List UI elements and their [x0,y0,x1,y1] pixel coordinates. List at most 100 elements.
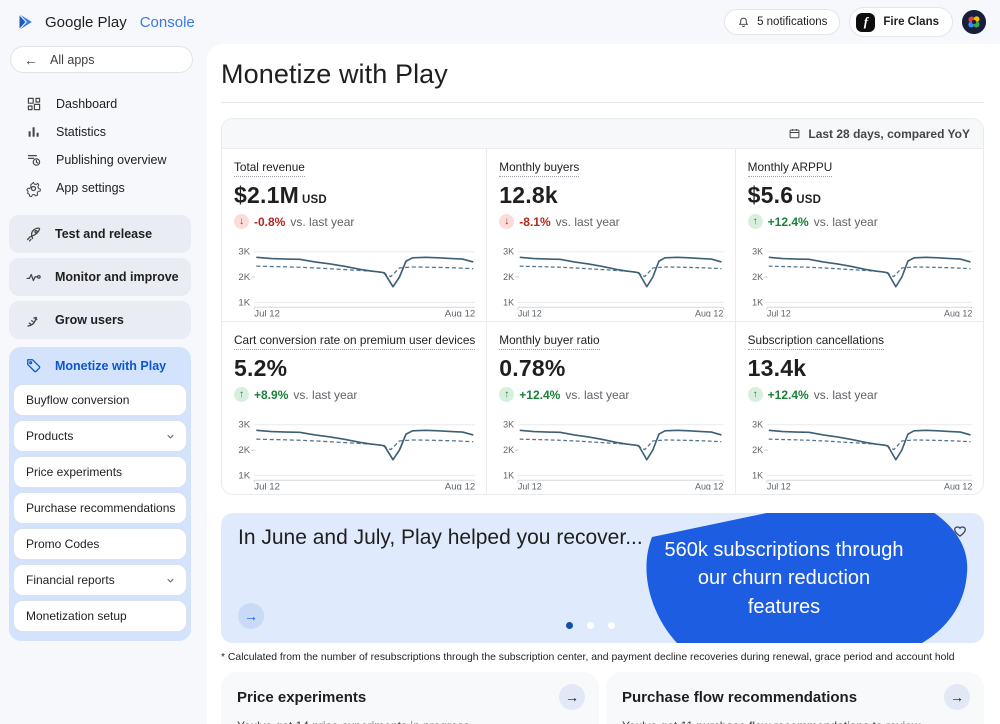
metric-unit: USD [796,194,821,206]
metric-change-percent: +8.9% [254,388,288,402]
metric-change-suffix: vs. last year [290,215,354,229]
svg-text:2K: 2K [752,445,763,455]
metric-change: ↑ +12.4% vs. last year [748,214,972,229]
sidebar-item-buyflow-conversion[interactable]: Buyflow conversion [13,384,187,416]
metric-sparkline: 3K 2K 1K Jul 12 Aug 12 [234,243,475,317]
metric-change: ↑+12.4%vs. last year [499,387,723,402]
metric-change-percent: +12.4% [519,388,560,402]
promo-banner-carousel: In June and July, Play helped you recove… [221,513,984,643]
price-experiments-open-button[interactable]: → [559,684,585,710]
sidebar-item-dashboard[interactable]: Dashboard [0,90,207,118]
sidebar-item-statistics[interactable]: Statistics [0,118,207,146]
heart-icon[interactable] [951,521,969,539]
metric-value: $2.1MUSD [234,182,475,209]
sidebar-item-monitor-and-improve[interactable]: Monitor and improve [9,258,191,296]
sidebar-item-label: Financial reports [26,573,115,587]
banner-next-button[interactable]: → [238,603,264,629]
metric-change-percent: -0.8% [254,215,285,229]
svg-text:Aug 12: Aug 12 [695,481,723,490]
metric-value: 0.78% [499,355,723,382]
metric-title[interactable]: Monthly ARPPU [748,160,833,177]
sidebar-item-purchase-recommendations[interactable]: Purchase recommendations [13,492,187,524]
svg-text:Jul 12: Jul 12 [518,481,542,490]
main-content: Monetize with Play Last 28 days, compare… [207,44,1000,724]
svg-text:Jul 12: Jul 12 [766,481,790,490]
svg-text:Jul 12: Jul 12 [254,309,280,317]
svg-text:1K: 1K [238,470,250,481]
sidebar-monetize-section: Monetize with Play Buyflow conversion Pro… [9,347,191,641]
metric-title[interactable]: Cart conversion rate on premium user dev… [234,333,475,350]
svg-text:1K: 1K [238,297,250,308]
rocket-icon [25,226,42,243]
metric-value: 13.4k [748,355,972,382]
sidebar-nav: Dashboard StatisticsPublishing overviewAp… [0,90,207,202]
metric-title[interactable]: Monthly buyers [499,160,579,177]
sidebar-item-app-settings[interactable]: App settings [0,174,207,202]
app-switcher[interactable]: f Fire Clans [849,7,953,37]
purchase-flow-open-button[interactable]: → [944,684,970,710]
sidebar-item-products[interactable]: Products [13,420,187,452]
metric-sparkline: 3K 2K 1K Jul 12 Aug 12 [748,243,972,317]
carousel-dot-3[interactable] [608,622,615,629]
metric-sparkline: 3K 2K 1K Jul 12 Aug 12 [499,243,723,317]
metric-change: ↑ +8.9% vs. last year [234,387,475,402]
svg-text:Jul 12: Jul 12 [254,482,280,490]
svg-text:3K: 3K [238,420,250,431]
sidebar-item-label: Price experiments [26,465,122,479]
date-filter-label: Last 28 days, compared YoY [808,127,970,141]
metric-title[interactable]: Subscription cancellations [748,333,884,350]
all-apps-button[interactable]: ← All apps [10,46,193,73]
metric-change-suffix: vs. last year [814,215,878,229]
statistics-icon [25,124,42,140]
metric-card-monthly-buyer-ratio: Monthly buyer ratio0.78%↑+12.4%vs. last … [487,322,734,494]
metric-title[interactable]: Total revenue [234,160,305,177]
trend-up-icon: ↑ [234,387,249,402]
app-switcher-label: Fire Clans [883,16,939,28]
sidebar-item-monetize-with-play[interactable]: Monetize with Play [13,347,187,384]
carousel-dot-1[interactable] [566,622,573,629]
trend-up-icon: ↑ [748,214,763,229]
metric-card-cart-conversion-rate-on-premium-user-devices: Cart conversion rate on premium user dev… [222,322,486,494]
publishing-overview-icon [25,152,42,168]
carousel-dot-2[interactable] [587,622,594,629]
trend-down-icon: ↓ [499,214,514,229]
brand: Google PlayConsole [16,12,195,32]
metric-change-suffix: vs. last year [293,388,357,402]
bottom-cards: Price experiments → You've got 14 price … [221,672,984,724]
price-experiments-card: Price experiments → You've got 14 price … [221,672,599,724]
pulse-icon [25,269,42,286]
metric-change-suffix: vs. last year [565,388,629,402]
growth-icon [25,312,42,329]
metric-value: 5.2% [234,355,475,382]
svg-text:2K: 2K [238,445,250,456]
bell-icon [737,16,750,29]
metric-change-percent: +12.4% [768,215,809,229]
sidebar-item-financial-reports[interactable]: Financial reports [13,564,187,596]
svg-text:3K: 3K [752,247,763,257]
metric-sparkline: 3K 2K 1K Jul 12 Aug 12 [499,416,723,490]
svg-text:Aug 12: Aug 12 [944,308,972,317]
sidebar-sections: Test and release Monitor and improve Grow … [0,215,207,339]
metric-unit: USD [302,194,327,206]
carousel-dots [566,622,615,629]
metric-title[interactable]: Monthly buyer ratio [499,333,599,350]
sidebar-item-publishing-overview[interactable]: Publishing overview [0,146,207,174]
notifications-button[interactable]: 5 notifications [724,9,840,35]
sidebar-item-grow-users[interactable]: Grow users [9,301,191,339]
sidebar-item-promo-codes[interactable]: Promo Codes [13,528,187,560]
metric-card-subscription-cancellations: Subscription cancellations13.4k↑+12.4%vs… [736,322,983,494]
sidebar-item-label: Dashboard [56,97,117,111]
svg-text:Aug 12: Aug 12 [695,308,723,317]
svg-text:3K: 3K [238,247,250,258]
metric-change: ↓-0.8%vs. last year [234,214,475,229]
metric-card-monthly-buyers: Monthly buyers12.8k↓-8.1%vs. last year 3… [487,149,734,321]
svg-text:3K: 3K [503,420,514,430]
account-avatar[interactable] [962,10,986,34]
banner-headline: In June and July, Play helped you recove… [238,526,643,550]
sidebar-item-test-and-release[interactable]: Test and release [9,215,191,253]
svg-text:2K: 2K [503,445,514,455]
sidebar-item-price-experiments[interactable]: Price experiments [13,456,187,488]
sidebar-item-monetization-setup[interactable]: Monetization setup [13,600,187,632]
page-title: Monetize with Play [221,59,984,90]
date-filter[interactable]: Last 28 days, compared YoY [222,119,983,149]
